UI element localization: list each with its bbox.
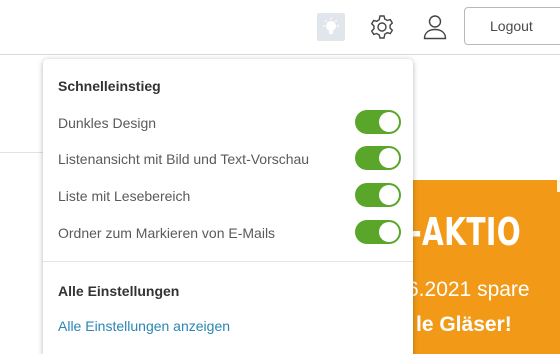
promo-text-line: le Gläser! <box>416 313 512 336</box>
logout-label: Logout <box>490 18 533 34</box>
option-label-mark-folder: Ordner zum Markieren von E-Mails <box>58 225 276 241</box>
list-preview-toggle[interactable] <box>355 146 401 170</box>
option-label-reading-pane: Liste mit Lesebereich <box>58 188 191 204</box>
promo-headline: -AKTIO <box>410 210 521 254</box>
popup-divider <box>43 261 413 262</box>
quick-settings-popup: Schnelleinstieg Dunkles Design Listenans… <box>43 59 413 354</box>
quick-settings-title: Schnelleinstieg <box>58 78 161 94</box>
mark-folder-toggle[interactable] <box>355 220 401 244</box>
option-label-list-preview: Listenansicht mit Bild und Text-Vorschau <box>58 151 310 167</box>
reading-pane-toggle[interactable] <box>355 183 401 207</box>
option-label-dark-design: Dunkles Design <box>58 115 157 131</box>
lightbulb-icon[interactable] <box>317 13 345 41</box>
promo-text-line: 6.2021 spare <box>407 278 530 301</box>
promo-banner[interactable]: -AKTIO 6.2021 spare le Gläser! <box>395 180 560 354</box>
user-icon[interactable] <box>421 12 449 42</box>
logout-button[interactable]: Logout <box>464 7 560 45</box>
dark-design-toggle[interactable] <box>355 110 401 134</box>
all-settings-title: Alle Einstellungen <box>58 283 180 299</box>
all-settings-link[interactable]: Alle Einstellungen anzeigen <box>58 318 230 334</box>
page: Logout -AKTIO 6.2021 spare le Gläser! Sc… <box>0 0 560 354</box>
header-divider <box>0 54 560 55</box>
gear-icon[interactable] <box>367 12 397 42</box>
